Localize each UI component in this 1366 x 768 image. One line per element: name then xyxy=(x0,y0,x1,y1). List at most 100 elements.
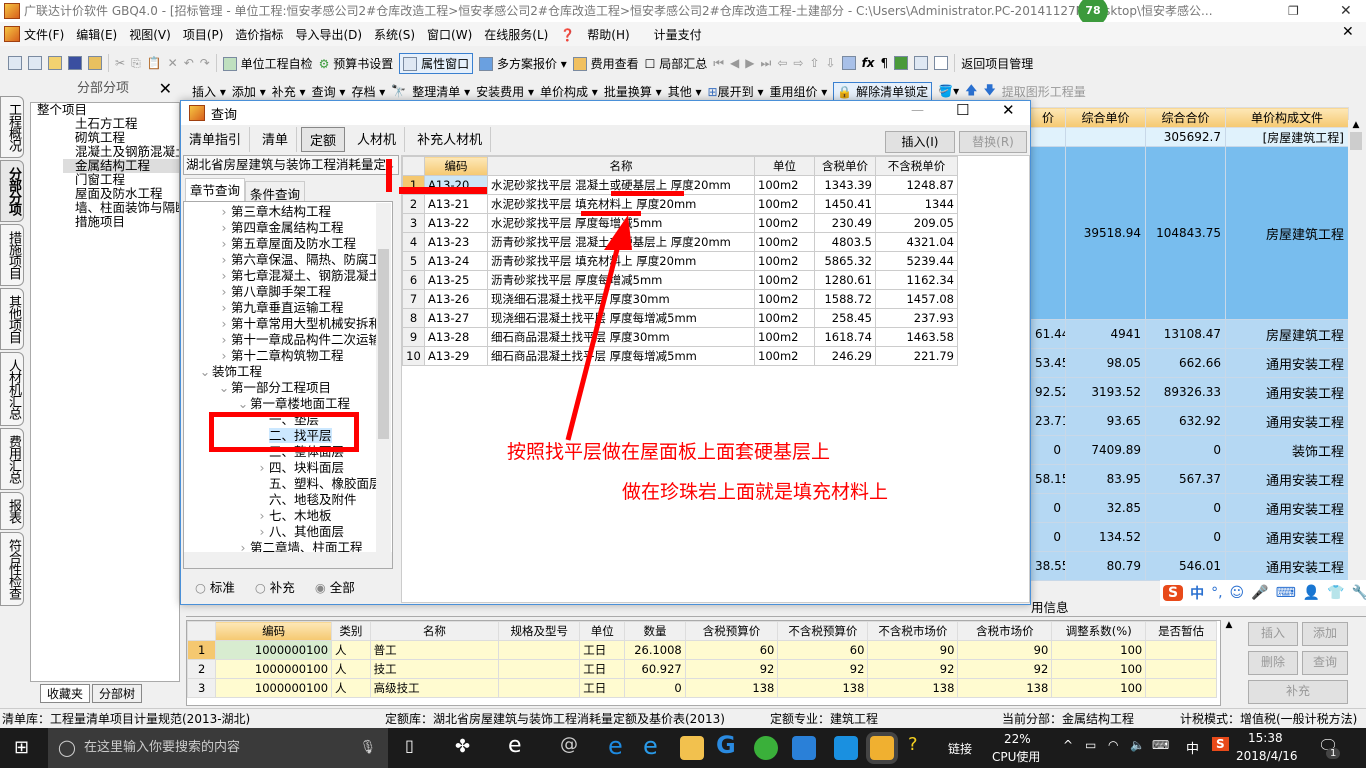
column-header[interactable]: 编码 xyxy=(424,156,488,176)
file-explorer-icon[interactable] xyxy=(680,736,704,760)
skin-icon[interactable]: 👕 xyxy=(1327,585,1344,601)
paint-bucket-icon[interactable]: 🪣▾ xyxy=(938,84,959,98)
extract-quantity-button[interactable]: 提取图形工程量 xyxy=(1002,83,1086,100)
column-header[interactable]: 单位 xyxy=(754,156,815,176)
tree-scroll-thumb[interactable] xyxy=(378,249,389,439)
chapter-node[interactable]: › 第五章屋面及防水工程 xyxy=(184,236,392,252)
table-row[interactable]: 61.44494113108.47房屋建筑工程 xyxy=(1030,319,1349,349)
tree-root[interactable]: 整个项目 xyxy=(37,103,87,117)
dialog-minimize-button[interactable]: — xyxy=(911,103,924,118)
delete-resource-button[interactable]: 删除 xyxy=(1248,651,1298,675)
chevron-right-icon[interactable]: › xyxy=(255,508,269,524)
return-project-button[interactable]: 返回项目管理 xyxy=(961,55,1033,72)
close-panel-icon[interactable]: ✕ xyxy=(159,78,172,100)
ime-punct[interactable]: °, xyxy=(1211,585,1222,601)
tree-item[interactable]: 砌筑工程 xyxy=(63,131,179,145)
chapter-node[interactable]: › 第九章垂直运输工程 xyxy=(184,300,392,316)
table-row[interactable]: 53.4598.05662.66通用安装工程 xyxy=(1030,348,1349,378)
archive-dropdown[interactable]: 存档 ▾ xyxy=(351,83,385,100)
first-icon[interactable]: ⏮ xyxy=(713,56,724,71)
chevron-right-icon[interactable]: › xyxy=(217,348,231,364)
left-tab[interactable]: 分部分项 xyxy=(0,160,24,222)
column-header[interactable]: 不含税市场价 xyxy=(867,621,959,641)
table-row[interactable]: 0 134.52 0 通用安装工程 xyxy=(1030,522,1349,552)
link-label[interactable]: 链接 xyxy=(948,740,972,757)
last-icon[interactable]: ⏭ xyxy=(761,56,772,71)
left-tab[interactable]: 符合性检查 xyxy=(0,532,24,606)
table-row[interactable]: 58.1583.95567.37通用安装工程 xyxy=(1030,464,1349,494)
tree-item[interactable]: 墙、柱面装饰与隔断、幕 xyxy=(63,201,179,215)
ie-old-icon[interactable]: e xyxy=(508,733,522,758)
prev-icon[interactable]: ◀ xyxy=(730,56,739,70)
close-button[interactable]: ✕ xyxy=(1340,0,1352,22)
chevron-down-icon[interactable]: ⌄ xyxy=(198,364,212,380)
left-tab[interactable]: 报表 xyxy=(0,492,24,530)
new-template-icon[interactable] xyxy=(28,56,42,70)
property-window-button[interactable]: 属性窗口 xyxy=(399,52,474,74)
column-header[interactable]: 名称 xyxy=(487,156,755,176)
formula-icon[interactable]: fx xyxy=(862,56,875,70)
quota-row[interactable]: 7 A13-26 现浇细石混凝土找平层 厚度30mm 100m2 1588.72 1457… xyxy=(402,289,958,309)
column-header[interactable]: 类别 xyxy=(331,621,371,641)
add-dropdown[interactable]: 添加 ▾ xyxy=(232,83,266,100)
sogou-tray-icon[interactable]: S xyxy=(1212,737,1229,751)
menu-file[interactable]: 文件(F) xyxy=(24,26,64,43)
tab-favorites[interactable]: 收藏夹 xyxy=(40,684,91,703)
quota-library-select[interactable]: 湖北省房屋建筑与装饰工程消耗量定⌄ xyxy=(183,155,399,175)
column-header[interactable]: 单价构成文件 xyxy=(1225,107,1349,128)
partial-sum-checkbox[interactable]: ☐ 局部汇总 xyxy=(645,55,708,72)
windows-start-icon[interactable]: ⊞ xyxy=(14,737,29,758)
doc-close-button[interactable]: ✕ xyxy=(1342,24,1354,40)
copy-icon[interactable]: ⎘ xyxy=(131,56,141,71)
menu-cost-index[interactable]: 造价指标 xyxy=(235,26,283,43)
redo-icon[interactable]: ↷ xyxy=(200,56,210,70)
chapter-node[interactable]: › 七、木地板 xyxy=(184,508,392,524)
clock-date[interactable]: 2018/4/16 xyxy=(1236,749,1298,763)
chevron-right-icon[interactable]: › xyxy=(217,316,231,332)
column-header[interactable]: 不含税预算价 xyxy=(777,621,869,641)
other-dropdown[interactable]: 其他 ▾ xyxy=(668,83,702,100)
chapter-node[interactable]: › 四、块料面层 xyxy=(184,460,392,476)
column-header[interactable]: 名称 xyxy=(369,621,500,641)
chapter-node[interactable]: › 第十一章成品构件二次运输 xyxy=(184,332,392,348)
dialog-tab[interactable]: 清单指引 xyxy=(181,127,251,152)
reuse-dropdown[interactable]: 重用组价 ▾ xyxy=(769,83,827,100)
insert-quota-button[interactable]: 插入(I) xyxy=(885,131,955,153)
arrow-down-icon[interactable]: ⇩ xyxy=(826,56,836,70)
chapter-node[interactable]: › 第三章木结构工程 xyxy=(184,204,392,220)
left-tab[interactable]: 人材机汇总 xyxy=(0,352,24,426)
tree-scrollbar[interactable] xyxy=(376,203,391,553)
microphone-icon[interactable]: 🎙 xyxy=(359,728,376,768)
open-icon[interactable] xyxy=(48,56,62,70)
tree-item[interactable]: 混凝土及钢筋混凝土工程 xyxy=(63,145,179,159)
network-icon[interactable]: ▭ xyxy=(1085,738,1096,752)
ime-lang[interactable]: 中 xyxy=(1190,583,1204,603)
summary-row[interactable]: 305692.7 [房屋建筑工程] xyxy=(1030,127,1349,147)
task-view-icon[interactable]: ▯ xyxy=(405,736,414,755)
volume-icon[interactable]: 🔈 xyxy=(1130,738,1145,752)
chapter-node[interactable]: ⌄ 装饰工程 xyxy=(184,364,392,380)
chapter-node[interactable]: › 第四章金属结构工程 xyxy=(184,220,392,236)
column-header[interactable]: 不含税单价 xyxy=(875,156,958,176)
chevron-right-icon[interactable]: › xyxy=(217,220,231,236)
dialog-close-button[interactable]: ✕ xyxy=(1002,101,1015,119)
chevron-right-icon[interactable]: › xyxy=(255,524,269,540)
chapter-node[interactable]: › 第六章保温、隔热、防腐工 xyxy=(184,252,392,268)
menu-view[interactable]: 视图(V) xyxy=(129,26,171,43)
tree-item[interactable]: 金属结构工程 xyxy=(63,159,179,173)
column-header[interactable]: 含税预算价 xyxy=(684,621,779,641)
column-header[interactable]: 综合合价 xyxy=(1145,107,1226,128)
chapter-node[interactable]: ⌄ 第一部分工程项目 xyxy=(184,380,392,396)
binoculars-icon[interactable]: 🔭 xyxy=(391,84,406,98)
move-up-icon[interactable]: 🡅 xyxy=(965,81,977,102)
quota-row[interactable]: 5 A13-24 沥青砂浆找平层 填充材料上 厚度20mm 100m2 5865.32 5… xyxy=(402,251,958,271)
column-header[interactable]: 编码 xyxy=(215,621,333,641)
tree-item[interactable]: 屋面及防水工程 xyxy=(63,187,179,201)
chevron-right-icon[interactable]: › xyxy=(217,268,231,284)
paragraph-icon[interactable]: ¶ xyxy=(881,56,889,70)
chapter-node[interactable]: 六、地毯及附件 xyxy=(184,492,392,508)
move-down-icon[interactable]: 🡇 xyxy=(983,81,995,102)
insert-dropdown[interactable]: 插入 ▾ xyxy=(192,83,226,100)
folder-icon[interactable] xyxy=(88,56,102,70)
quota-row[interactable]: 2 A13-21 水泥砂浆找平层 填充材料上 厚度20mm 100m2 1450.41 1… xyxy=(402,194,958,214)
